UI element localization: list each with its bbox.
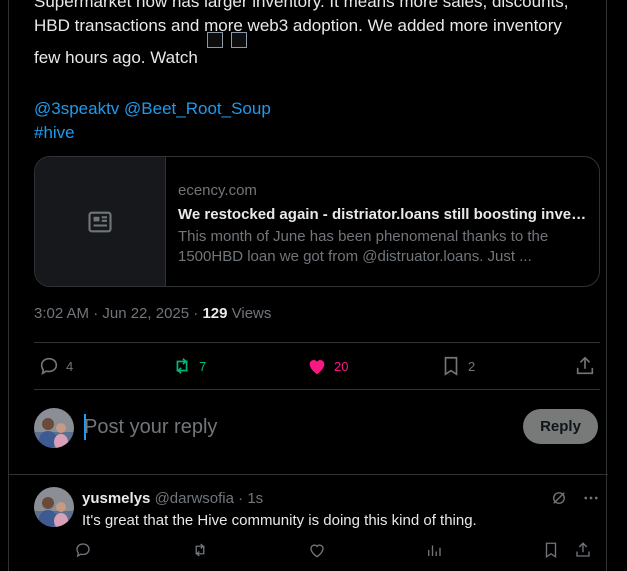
views-label: Views [227,305,272,322]
tweet-timestamp[interactable]: 3:02 AM · Jun 22, 2025 · [34,305,202,322]
reply-action[interactable]: 4 [38,355,73,377]
grok-icon[interactable] [550,489,568,507]
tweet-column: Supermarket now has larger inventory. It… [8,0,608,571]
card-desc-line-2: 1500HBD loan we got from @distruator.loa… [178,248,532,265]
bookmark-action[interactable]: 2 [440,355,475,377]
broken-image-icon [231,32,248,48]
tweet-line-2: HBD transactions and more web3 adoption.… [34,16,562,35]
tweet-meta: 3:02 AM · Jun 22, 2025 · 129 Views [34,304,271,324]
card-body: ecency.com We restocked again - distriat… [178,181,588,267]
article-icon [88,211,112,232]
card-title: We restocked again - distriator.loans st… [178,206,588,223]
tweet-mentions: @3speaktv @Beet_Root_Soup #hive [34,97,271,145]
tweet-line-1: Supermarket now has larger inventory. It… [34,0,569,11]
reply-icon [76,543,90,558]
retweet-icon [195,543,205,557]
user-photo [34,408,74,448]
reply-action[interactable] [74,541,92,564]
views-count: 129 [202,305,228,322]
more-options-icon[interactable] [582,489,600,507]
avatar[interactable] [34,408,74,448]
reply-header: yusmelys @darwsofia · 1s [82,489,263,509]
reply-author-handle[interactable]: @darwsofia · 1s [155,490,264,507]
reply-tweet-actions [34,541,600,561]
broken-image-icon [206,32,223,48]
tweet-text: Supermarket now has larger inventory. It… [34,0,604,70]
like-action[interactable]: 20 [306,355,348,377]
card-thumbnail [35,157,166,286]
share-icon [576,356,594,375]
card-description: This month of June has been phenomenal t… [178,227,588,267]
share-action[interactable] [574,541,592,564]
analytics-icon [428,545,441,556]
share-action[interactable] [574,355,596,377]
tweet-line-3-text: few hours ago. Watch [34,48,198,67]
retweet-action[interactable] [191,541,209,564]
avatar[interactable] [34,487,74,527]
retweet-count: 7 [199,358,207,374]
card-domain: ecency.com [178,182,257,199]
reply-button[interactable]: Reply [523,409,598,444]
hashtag-hive[interactable]: #hive [34,123,75,142]
share-icon [576,542,590,557]
user-photo [34,487,74,527]
divider [34,389,600,390]
reply-author-name[interactable]: yusmelys [82,490,150,507]
text-caret [84,414,86,440]
reply-input[interactable]: Post your reply [84,414,217,440]
bookmark-action[interactable] [542,541,560,564]
reply-icon [40,357,58,376]
mention-3speaktv[interactable]: @3speaktv [34,99,119,118]
tweet-actions: 4 7 20 2 [34,343,600,389]
bookmark-count: 2 [468,358,476,374]
reply-count: 4 [66,358,74,374]
like-count: 20 [334,358,349,374]
retweet-icon [176,358,188,374]
mention-beet-root-soup[interactable]: @Beet_Root_Soup [124,99,271,118]
divider [9,474,608,475]
heart-icon [309,360,325,375]
bookmark-icon [545,542,557,559]
reply-text: It's great that the Hive community is do… [82,512,477,529]
views-action[interactable] [425,541,443,564]
heart-icon [310,544,324,558]
link-card[interactable]: ecency.com We restocked again - distriat… [34,156,600,287]
retweet-action[interactable]: 7 [171,355,206,377]
tweet-line-3: few hours ago. Watch [34,32,604,70]
reply-composer: Post your reply Reply [34,406,600,450]
bookmark-icon [444,356,458,376]
card-desc-line-1: This month of June has been phenomenal t… [178,228,549,245]
like-action[interactable] [308,541,326,564]
reply-header-icons [550,489,600,507]
